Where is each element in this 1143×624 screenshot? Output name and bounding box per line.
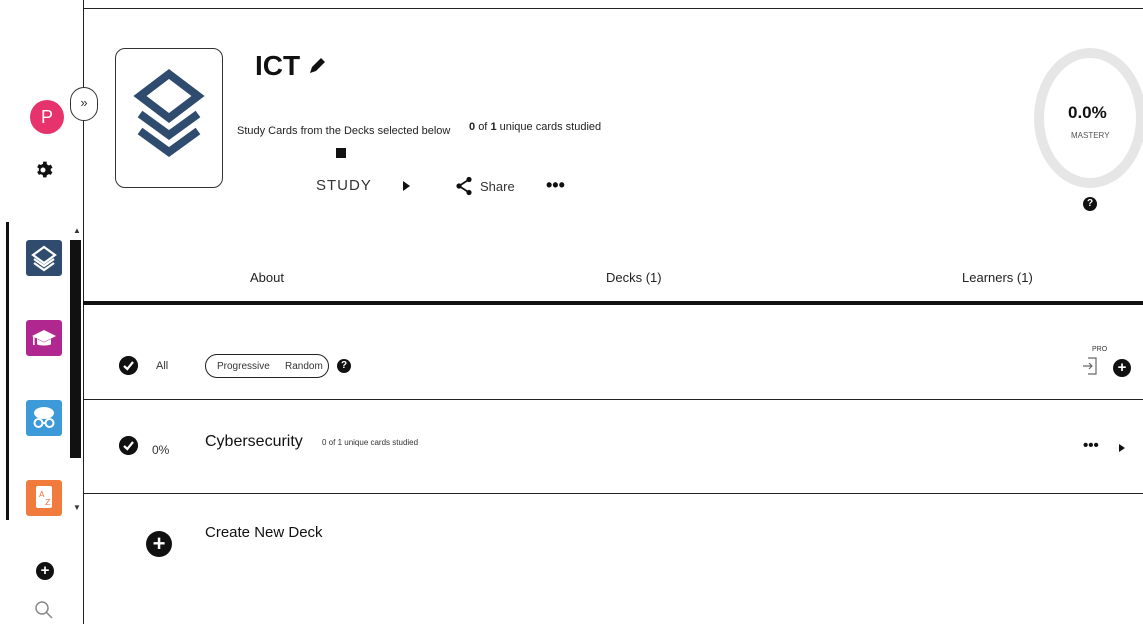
tab-decks[interactable]: Decks (1)	[606, 270, 662, 285]
cards-studied-summary: 0 of 1 unique cards studied	[469, 121, 601, 133]
sidebar-active-indicator	[6, 222, 9, 520]
mastery-value: 0.0%	[1068, 103, 1107, 122]
stop-icon[interactable]	[336, 148, 346, 158]
page-title: ICT	[255, 50, 301, 81]
deck-more-options-icon[interactable]: •••	[1083, 437, 1099, 454]
tab-learners[interactable]: Learners (1)	[962, 270, 1033, 285]
mode-progressive[interactable]: Progressive	[217, 361, 270, 372]
pro-badge: PRO	[1092, 346, 1108, 353]
flashcards-app-icon[interactable]: AZ	[26, 480, 62, 516]
import-icon[interactable]	[1082, 356, 1098, 376]
deck-percent: 0%	[152, 443, 170, 457]
sidebar-scrollbar[interactable]	[70, 240, 81, 458]
studied-suffix: unique cards studied	[499, 121, 602, 133]
classroom-app-icon[interactable]	[26, 320, 62, 356]
create-new-deck-button[interactable]: Create New Deck	[205, 524, 323, 541]
mastery-label: MASTERY	[1071, 131, 1110, 140]
studied-of: of	[478, 121, 488, 133]
deck-checkbox[interactable]	[119, 436, 138, 455]
create-deck-plus-icon[interactable]: +	[146, 531, 172, 557]
mastery-help-icon[interactable]: ?	[1083, 197, 1097, 211]
scroll-up-icon[interactable]: ▲	[73, 226, 81, 235]
deck-progress: 0 of 1 unique cards studied	[322, 438, 419, 447]
gear-icon[interactable]	[33, 160, 53, 180]
edit-pencil-icon[interactable]	[307, 56, 327, 76]
scroll-down-icon[interactable]: ▼	[73, 503, 81, 512]
deck-name-link[interactable]: Cybersecurity	[205, 433, 303, 451]
search-icon[interactable]	[34, 600, 54, 620]
all-label: All	[156, 360, 169, 372]
mode-help-icon[interactable]: ?	[337, 359, 351, 373]
brain-app-icon[interactable]	[26, 400, 62, 436]
share-icon[interactable]	[455, 176, 473, 196]
deck-play-icon[interactable]	[1119, 444, 1125, 452]
tabs-underline	[83, 301, 1143, 305]
study-description: Study Cards from the Decks selected belo…	[237, 125, 451, 137]
tab-about[interactable]: About	[250, 270, 284, 285]
deck-thumbnail[interactable]	[115, 48, 223, 188]
more-options-icon[interactable]: •••	[546, 175, 565, 196]
add-deck-icon[interactable]: +	[1113, 359, 1131, 377]
header-divider	[83, 8, 1143, 9]
play-icon[interactable]	[403, 181, 410, 191]
share-button[interactable]: Share	[480, 179, 515, 194]
row-divider	[83, 493, 1143, 494]
studied-total: 1	[490, 121, 497, 133]
expand-sidebar-button[interactable]: »	[70, 87, 98, 121]
svg-text:Z: Z	[45, 498, 51, 507]
study-button[interactable]: STUDY	[316, 177, 372, 194]
mode-random[interactable]: Random	[285, 361, 323, 372]
add-icon[interactable]: +	[36, 562, 54, 580]
row-divider	[83, 399, 1143, 400]
select-all-checkbox[interactable]	[119, 356, 138, 375]
decks-app-icon[interactable]	[26, 240, 62, 276]
user-avatar[interactable]: P	[30, 100, 64, 134]
study-mode-toggle[interactable]: Progressive Random	[205, 354, 329, 378]
layers-icon	[133, 68, 205, 157]
studied-count: 0	[469, 121, 476, 133]
